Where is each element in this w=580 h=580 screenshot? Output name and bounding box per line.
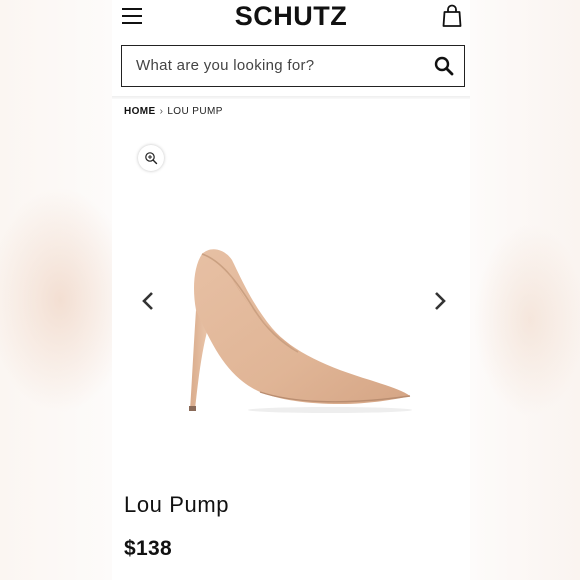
search-box [121, 45, 465, 87]
product-price: $138 [124, 537, 172, 560]
zoom-button[interactable] [138, 145, 164, 171]
search-icon[interactable] [434, 56, 454, 76]
product-image[interactable] [180, 240, 416, 418]
breadcrumb-current: LOU PUMP [167, 106, 223, 117]
shoe-image [189, 249, 412, 413]
gallery-next-button[interactable] [432, 290, 448, 312]
gallery-prev-button[interactable] [140, 290, 156, 312]
brand-logo[interactable]: SCHUTZ [112, 0, 470, 32]
blurred-background-left [0, 0, 112, 580]
breadcrumb: HOME › LOU PUMP [124, 106, 223, 117]
chevron-left-icon [142, 292, 153, 310]
product-name: Lou Pump [124, 492, 230, 517]
shopping-bag-icon[interactable] [442, 4, 462, 28]
breadcrumb-separator: › [159, 106, 164, 117]
search-input[interactable] [122, 46, 422, 85]
zoom-in-icon [145, 152, 158, 165]
site-header: SCHUTZ [112, 0, 470, 34]
mobile-page: SCHUTZ HOME›LOU PUMP [112, 0, 470, 580]
chevron-right-icon [435, 292, 446, 310]
header-divider [112, 96, 470, 99]
breadcrumb-home-link[interactable]: HOME [124, 106, 156, 117]
blurred-background-right [470, 0, 580, 580]
